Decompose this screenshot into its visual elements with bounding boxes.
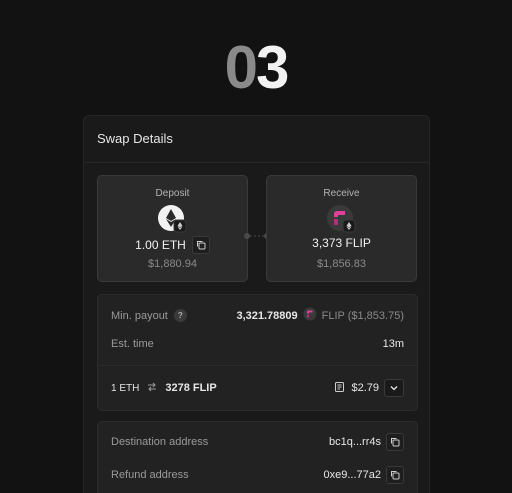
- receive-card: Receive 3,373 FLIP $1,856.83: [266, 175, 417, 282]
- swap-arrows-icon: [147, 382, 157, 395]
- copy-icon: [391, 471, 400, 480]
- step-number: 03: [0, 38, 512, 98]
- refund-label: Refund address: [111, 469, 189, 481]
- min-payout-label: Min. payout: [111, 309, 168, 322]
- expand-fees-button[interactable]: [384, 379, 404, 397]
- details-divider: [98, 365, 417, 366]
- rate-row: 1 ETH 3278 FLIP $2.79: [111, 379, 404, 397]
- help-icon[interactable]: ?: [173, 309, 187, 322]
- destination-label: Destination address: [111, 436, 209, 448]
- eth-token-icon: [157, 204, 187, 234]
- copy-icon: [391, 438, 400, 447]
- copy-refund-button[interactable]: [386, 466, 404, 484]
- step-digit-dim: 0: [224, 34, 258, 101]
- receive-label: Receive: [323, 188, 360, 199]
- deposit-amount: 1.00 ETH: [135, 238, 186, 252]
- swap-details-section: Min. payout ? 3,321.78809 FLIP ($1,853.7…: [97, 294, 418, 411]
- receive-amount: 3,373 FLIP: [312, 236, 371, 250]
- deposit-label: Deposit: [155, 188, 190, 199]
- refund-value: 0xe9...77a2: [323, 469, 382, 481]
- copy-deposit-button[interactable]: [191, 236, 210, 254]
- panel-title: Swap Details: [97, 131, 173, 146]
- deposit-amount-row: 1.00 ETH: [98, 236, 247, 254]
- receive-usd: $1,856.83: [317, 258, 366, 270]
- chevron-down-icon: [390, 386, 398, 391]
- destination-value: bc1q...rr4s: [329, 436, 381, 448]
- addresses-section: Destination address bc1q...rr4s Refund a…: [97, 421, 418, 493]
- est-time-row: Est. time 13m: [111, 338, 404, 350]
- fee-value: $2.79: [351, 382, 379, 394]
- est-time-value: 13m: [382, 338, 404, 350]
- min-payout-row: Min. payout ? 3,321.78809 FLIP ($1,853.7…: [111, 307, 404, 324]
- flip-small-icon: [303, 307, 317, 324]
- receive-amount-row: 3,373 FLIP: [267, 236, 416, 250]
- step-digit-bright: 3: [256, 34, 289, 101]
- refund-row: Refund address 0xe9...77a2: [111, 466, 404, 484]
- est-time-label: Est. time: [111, 338, 154, 350]
- fee-icon: [334, 381, 346, 396]
- swap-details-panel: Swap Details Deposit 1.00 ETH $1,880.94 …: [83, 115, 430, 493]
- copy-destination-button[interactable]: [386, 433, 404, 451]
- destination-row: Destination address bc1q...rr4s: [111, 433, 404, 451]
- copy-icon: [196, 241, 206, 250]
- deposit-card: Deposit 1.00 ETH $1,880.94: [97, 175, 248, 282]
- rate-right-value: 3278 FLIP: [165, 382, 217, 394]
- min-payout-token: FLIP ($1,853.75): [321, 309, 404, 322]
- panel-divider: [84, 162, 429, 163]
- min-payout-value: 3,321.78809: [236, 309, 298, 322]
- rate-left-value: 1 ETH: [111, 382, 140, 394]
- deposit-usd: $1,880.94: [148, 258, 197, 270]
- flip-token-icon: [326, 204, 356, 234]
